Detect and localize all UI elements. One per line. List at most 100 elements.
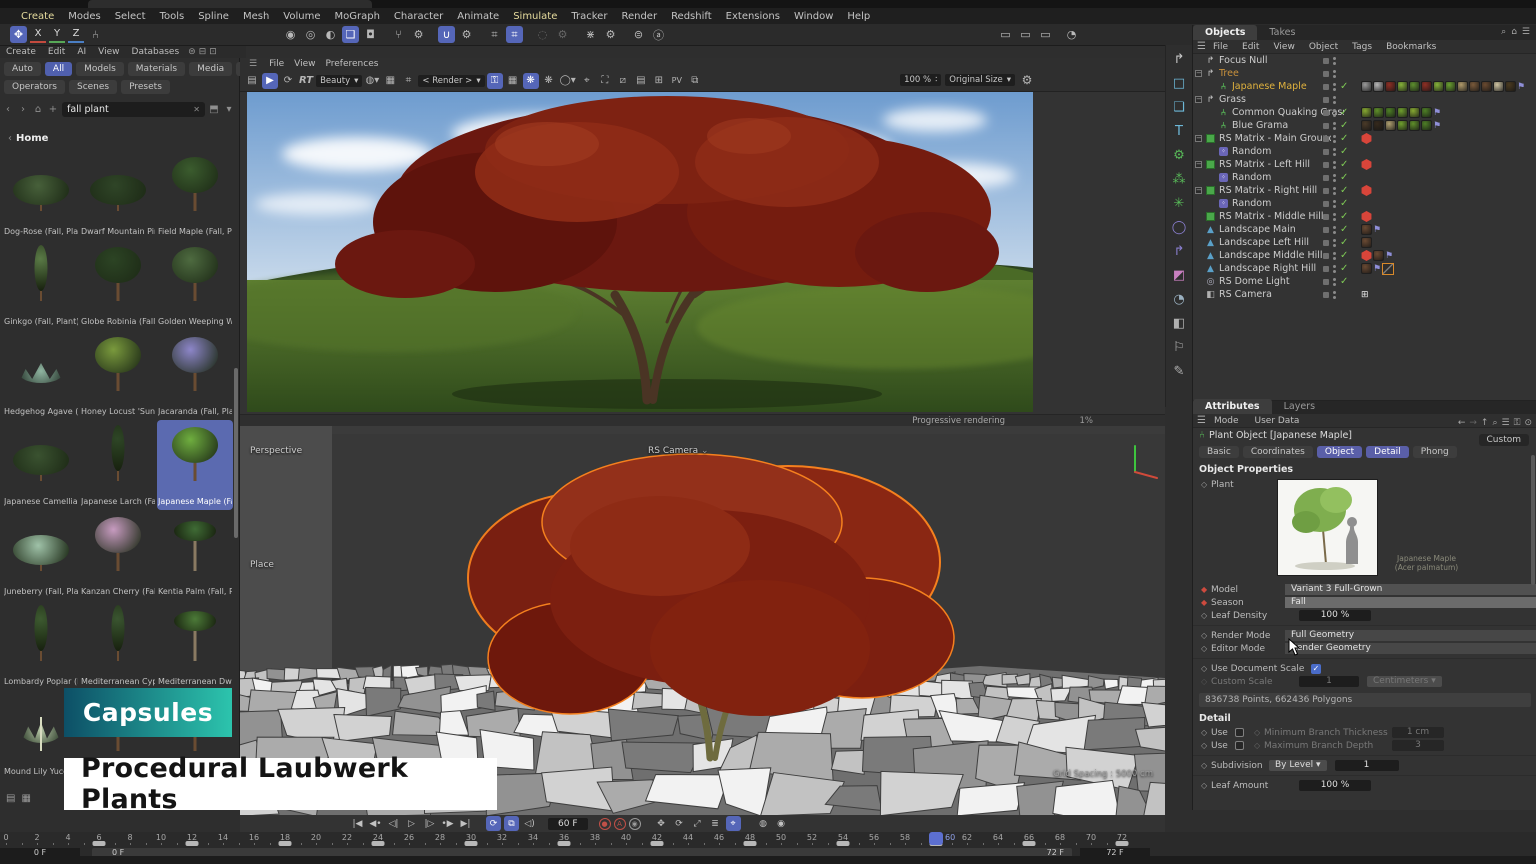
mode-menu[interactable]: Mode (1206, 416, 1247, 426)
layer-toggle[interactable] (1323, 110, 1329, 116)
material-tag[interactable] (1385, 120, 1396, 131)
enable-check-icon[interactable]: ✓ (1340, 81, 1350, 92)
layer-toggle[interactable] (1323, 279, 1329, 285)
object-row-landscape-left-hill[interactable]: ▲Landscape Left Hill✓ (1193, 236, 1536, 249)
menu-item-window[interactable]: Window (787, 11, 840, 22)
material-tag[interactable] (1505, 81, 1516, 92)
material-tag[interactable] (1421, 120, 1432, 131)
custom-button[interactable]: Custom (1479, 434, 1529, 446)
timeline-playhead[interactable] (929, 832, 943, 845)
primitive-cube-icon[interactable]: ❑ (342, 26, 359, 43)
object-row-landscape-right-hill[interactable]: ▲Landscape Right Hill✓⚑ (1193, 262, 1536, 275)
plant-thumbnail[interactable]: Kentia Palm (Fall, Plant) (157, 510, 233, 600)
browser-tab-scenes[interactable]: Scenes (69, 80, 117, 94)
plant-thumbnail[interactable]: Japanese Camellia (Fal... (3, 420, 79, 510)
material-tag[interactable] (1373, 120, 1384, 131)
object-name[interactable]: Random (1232, 198, 1271, 209)
generators-icon[interactable]: ◘ (362, 26, 379, 43)
material-tag[interactable] (1361, 81, 1372, 92)
object-row-rs-matrix-left-hill[interactable]: −RS Matrix - Left Hill✓ (1193, 158, 1536, 171)
object-row-blue-grama[interactable]: ⑃Blue Grama✓⚑ (1193, 119, 1536, 132)
object-name[interactable]: Landscape Right Hill (1219, 263, 1316, 274)
plant-thumbnail[interactable]: Japanese Larch (Fall, Pl... (80, 420, 156, 510)
attr-tab-detail[interactable]: Detail (1366, 446, 1409, 458)
menu-item-databases[interactable]: Databases (126, 47, 186, 57)
browser-scrollbar[interactable] (234, 368, 238, 538)
object-name[interactable]: Random (1232, 146, 1271, 157)
layer-toggle[interactable] (1323, 97, 1329, 103)
key-rotation-icon[interactable]: ⟳ (672, 816, 687, 831)
object-row-landscape-middle-hill[interactable]: ▲Landscape Middle Hill✓⚑ (1193, 249, 1536, 262)
object-name[interactable]: RS Dome Light (1219, 276, 1290, 287)
gear-icon[interactable]: ⚙ (1019, 72, 1035, 88)
object-row-random[interactable]: ⁘Random✓ (1193, 197, 1536, 210)
quantize-grid-icon[interactable]: ⌗ (506, 26, 523, 43)
object-row-japanese-maple[interactable]: ⑃Japanese Maple✓⚑ (1193, 80, 1536, 93)
use-max-checkbox[interactable] (1235, 741, 1244, 750)
clear-search-icon[interactable]: ✕ (193, 105, 200, 114)
timeline[interactable]: 0246810121416182022242628303234363840424… (0, 832, 1536, 856)
browser-tab-media[interactable]: Media (189, 62, 232, 76)
tab-attributes[interactable]: Attributes (1193, 399, 1272, 414)
custom-scale-field[interactable]: 1 (1299, 676, 1359, 687)
object-name[interactable]: Focus Null (1219, 55, 1268, 66)
prev-key-icon[interactable]: ◀• (368, 816, 383, 831)
visibility-dots[interactable] (1333, 135, 1336, 143)
menu-item-view[interactable]: View (289, 59, 320, 69)
layer-toggle[interactable] (1323, 175, 1329, 181)
snapshot-icon[interactable]: ❋ (523, 73, 539, 89)
checker-icon[interactable]: ▦ (382, 73, 398, 89)
menu-item-select[interactable]: Select (108, 11, 153, 22)
axis-x-button[interactable]: X (30, 27, 46, 43)
object-row-rs-matrix-main-ground[interactable]: −RS Matrix - Main Ground✓ (1193, 132, 1536, 145)
menu-item-view[interactable]: View (1266, 42, 1301, 52)
annotation-flag-icon[interactable]: ⚑ (1433, 121, 1441, 131)
plant-thumbnail[interactable]: Hedgehog Agave (Fall... (3, 330, 79, 420)
material-tag[interactable] (1361, 263, 1372, 274)
layer-toggle[interactable] (1323, 136, 1329, 142)
material-tag[interactable] (1481, 81, 1492, 92)
generator-icon[interactable]: ⚙ (1169, 143, 1190, 167)
edit-pen-icon[interactable]: ✎ (1169, 359, 1190, 383)
film-icon[interactable]: ▤ (244, 73, 260, 89)
enable-check-icon[interactable]: ✓ (1340, 250, 1350, 261)
circle-dropdown-icon[interactable]: ◯▾ (559, 73, 577, 89)
plant-thumbnail[interactable]: Juneberry (Fall, Plant) (3, 510, 79, 600)
material-tag[interactable] (1457, 81, 1468, 92)
lock-icon[interactable]: ⚿ (487, 73, 503, 89)
timeline-keymark[interactable] (279, 841, 292, 846)
plant-preview-image[interactable]: Japanese Maple (Acer palmatum) (1277, 479, 1378, 576)
object-row-common-quaking-grass[interactable]: ⑃Common Quaking Grass✓⚑ (1193, 106, 1536, 119)
object-row-focus-null[interactable]: ↱Focus Null (1193, 54, 1536, 67)
redshift-tag-icon[interactable] (1361, 250, 1372, 261)
expand-icon[interactable]: ⛶ (597, 73, 613, 89)
object-name[interactable]: RS Matrix - Left Hill (1219, 159, 1310, 170)
visibility-dots[interactable] (1333, 239, 1336, 247)
field-icon[interactable]: ◯ (1169, 215, 1190, 239)
menu-item-bookmarks[interactable]: Bookmarks (1379, 42, 1443, 52)
userdata-menu[interactable]: User Data (1247, 416, 1308, 426)
model-dropdown[interactable]: Variant 3 Full-Grown (1285, 584, 1536, 595)
layout-load-icon[interactable]: ▭ (1017, 26, 1034, 43)
annotation-flag-icon[interactable]: ⚑ (1373, 225, 1381, 235)
object-name[interactable]: RS Matrix - Right Hill (1219, 185, 1317, 196)
key-parameter-icon[interactable]: ≣ (708, 816, 723, 831)
enable-check-icon[interactable]: ✓ (1340, 263, 1350, 274)
camera-label[interactable]: RS Camera ⌄ (648, 446, 709, 456)
menu-item-file[interactable]: File (264, 59, 289, 69)
record-icon[interactable]: ● (599, 818, 611, 830)
db-icon-2[interactable]: ⊟ (199, 47, 207, 57)
disabled-tool-icon[interactable]: ◌ (534, 26, 551, 43)
menu-item-volume[interactable]: Volume (276, 11, 327, 22)
material-tag[interactable] (1385, 81, 1396, 92)
key-pla-icon[interactable]: ⌖ (726, 816, 741, 831)
layer-toggle[interactable] (1323, 266, 1329, 272)
menu-item-ai[interactable]: AI (71, 47, 92, 57)
visibility-dots[interactable] (1333, 213, 1336, 221)
plant-thumbnail[interactable]: Globe Robinia (Fall, Pl... (80, 240, 156, 330)
menu-item-file[interactable]: File (1206, 42, 1235, 52)
browser-tab-all[interactable]: All (45, 62, 72, 76)
window-tab[interactable] (88, 0, 372, 8)
redshift-tag-icon[interactable] (1361, 185, 1372, 196)
layer-toggle[interactable] (1323, 253, 1329, 259)
